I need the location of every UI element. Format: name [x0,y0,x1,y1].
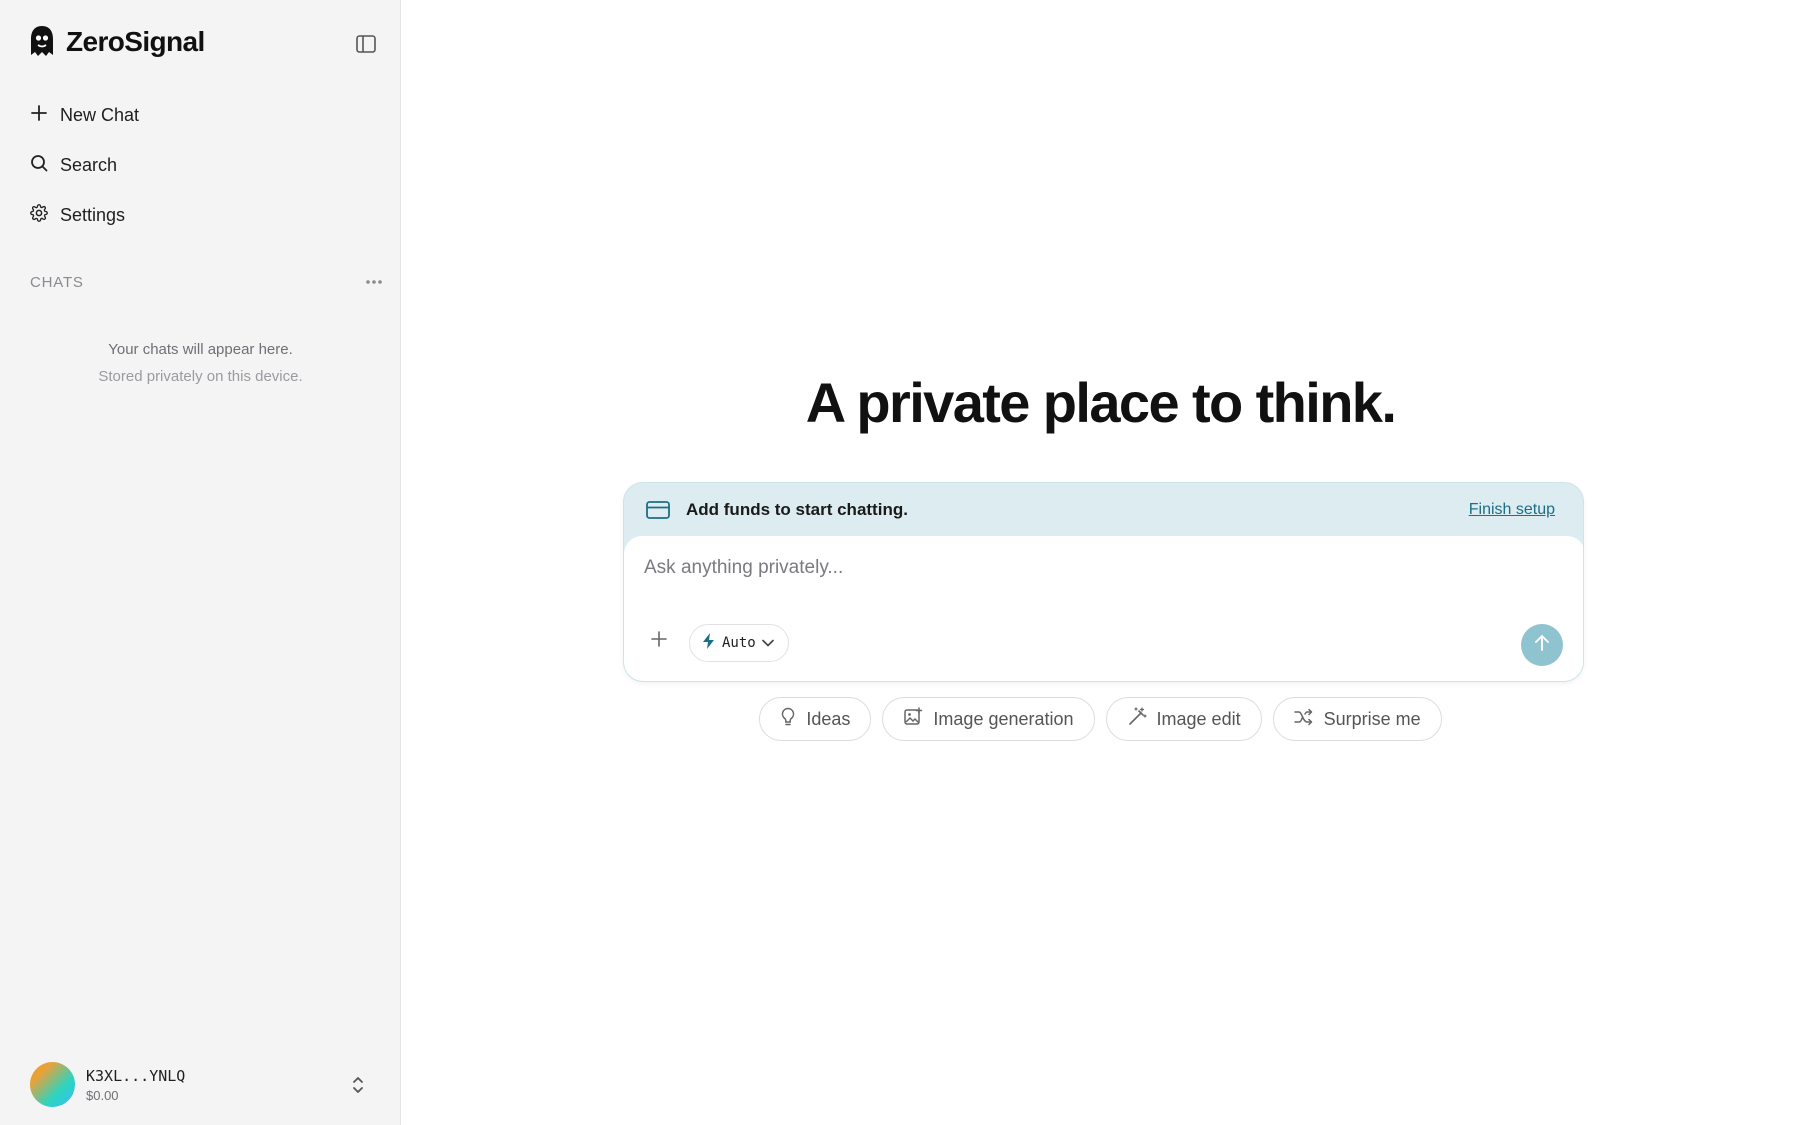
chats-header: CHATS [30,272,386,292]
chevron-up-down-icon [346,1073,370,1097]
avatar [30,1062,75,1107]
chevron-down-icon [761,634,774,652]
model-selector[interactable]: Auto [689,624,789,662]
ghost-logo-icon [28,24,56,60]
image-plus-icon [903,706,923,732]
banner-message: Add funds to start chatting. [686,499,908,519]
search-button[interactable]: Search [20,140,380,190]
image-generation-label: Image generation [933,708,1074,729]
more-options-icon[interactable] [362,272,386,292]
plus-icon [651,630,667,652]
magic-wand-icon [1127,706,1147,732]
send-button[interactable] [1521,624,1563,666]
main-panel: A private place to think. Add funds to s… [401,0,1800,1125]
account-info: K3XL...YNLQ $0.00 [86,1067,346,1103]
app-root: ZeroSignal New Chat Search Settings CHAT… [0,0,1800,1125]
search-icon [30,154,48,177]
image-edit-chip[interactable]: Image edit [1105,697,1262,741]
account-switcher[interactable]: K3XL...YNLQ $0.00 [30,1062,370,1107]
gear-icon [30,203,48,227]
page-title: A private place to think. [805,371,1397,434]
new-chat-button[interactable]: New Chat [20,90,380,140]
brand-name: ZeroSignal [66,26,205,57]
lightning-icon [702,632,716,655]
prompt-input[interactable] [644,550,1544,586]
funds-banner: Add funds to start chatting. Finish setu… [624,483,1583,536]
surprise-me-chip[interactable]: Surprise me [1272,697,1442,741]
arrow-up-icon [1534,634,1550,657]
sidebar-toggle-icon[interactable] [352,30,380,58]
composer: Add funds to start chatting. Finish setu… [623,482,1584,682]
account-balance: $0.00 [86,1087,119,1103]
credit-card-icon [646,500,672,520]
suggestion-chips: Ideas Image generation Image edit Surpri… [401,697,1800,741]
ideas-label: Ideas [806,708,851,729]
shuffle-icon [1293,708,1314,731]
model-label: Auto [722,635,756,651]
settings-label: Settings [60,204,126,225]
chats-section-label: CHATS [30,273,84,291]
plus-icon [30,104,48,127]
lightbulb-icon [780,707,796,732]
image-generation-chip[interactable]: Image generation [882,697,1095,741]
image-edit-label: Image edit [1156,708,1241,729]
account-id: K3XL...YNLQ [86,1066,186,1085]
empty-state-title: Your chats will appear here. [108,341,293,358]
chats-empty-state: Your chats will appear here. Stored priv… [0,338,401,392]
ideas-chip[interactable]: Ideas [759,697,872,741]
new-chat-label: New Chat [60,104,140,125]
brand[interactable]: ZeroSignal [28,24,205,60]
sidebar: ZeroSignal New Chat Search Settings CHAT… [0,0,401,1125]
input-area: Auto [624,536,1583,681]
attach-button[interactable] [644,626,674,656]
settings-button[interactable]: Settings [20,190,380,240]
search-label: Search [60,154,118,175]
surprise-me-label: Surprise me [1323,708,1421,729]
finish-setup-link[interactable]: Finish setup [1469,501,1555,519]
empty-state-subtitle: Stored privately on this device. [98,368,303,385]
sidebar-nav: New Chat Search Settings [20,90,380,240]
